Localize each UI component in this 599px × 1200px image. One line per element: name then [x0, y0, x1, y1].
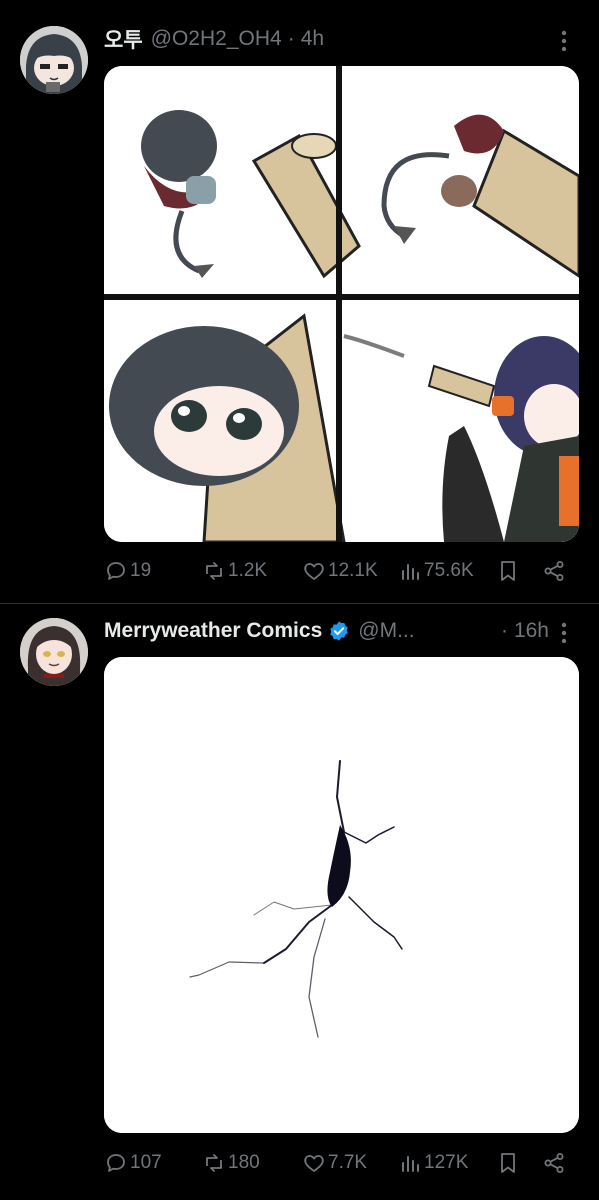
more-button[interactable] — [553, 26, 575, 56]
more-icon — [561, 30, 567, 52]
bookmark-button[interactable] — [496, 1145, 520, 1181]
timestamp[interactable]: 4h — [301, 27, 324, 51]
separator-dot: · — [287, 27, 295, 50]
tweet-actions: 107 180 7.7K 127K — [104, 1145, 574, 1181]
views-button[interactable]: 127K — [398, 1145, 468, 1181]
author-handle[interactable]: @O2H2_OH4 — [151, 27, 282, 51]
tweet-media-comic[interactable] — [104, 66, 579, 542]
author-handle[interactable]: @M... — [358, 619, 414, 643]
timestamp[interactable]: 16h — [514, 619, 549, 643]
views-count: 127K — [424, 1152, 469, 1173]
repost-count: 1.2K — [228, 560, 268, 581]
bookmark-icon — [501, 561, 515, 581]
reply-icon — [107, 1154, 125, 1172]
more-button[interactable] — [553, 618, 575, 648]
tweet-media-crack[interactable] — [104, 657, 579, 1133]
reply-button[interactable]: 19 — [104, 553, 151, 589]
more-icon — [561, 622, 567, 644]
tweet-actions: 19 1.2K 12.1K 75.6K — [104, 553, 574, 589]
tweet-header: 오투 @O2H2_OH4 · 4h — [104, 24, 549, 54]
like-count: 7.7K — [328, 1152, 368, 1173]
share-icon — [544, 561, 564, 581]
bookmark-button[interactable] — [496, 553, 520, 589]
like-button[interactable]: 12.1K — [302, 553, 378, 589]
share-button[interactable] — [542, 1145, 566, 1181]
verified-icon — [330, 621, 348, 641]
like-icon — [304, 563, 324, 580]
views-icon — [402, 1156, 419, 1172]
like-icon — [304, 1155, 324, 1172]
repost-button[interactable]: 180 — [202, 1145, 260, 1181]
author-name[interactable]: 오투 — [104, 24, 143, 54]
repost-button[interactable]: 1.2K — [202, 553, 267, 589]
like-button[interactable]: 7.7K — [302, 1145, 367, 1181]
views-icon — [402, 564, 419, 580]
views-button[interactable]: 75.6K — [398, 553, 474, 589]
tweet[interactable]: 오투 @O2H2_OH4 · 4h 19 1.2K 12.1K 75.6K — [0, 0, 599, 603]
avatar[interactable] — [20, 618, 88, 686]
reply-count: 107 — [130, 1152, 162, 1173]
share-icon — [544, 1153, 564, 1173]
like-count: 12.1K — [328, 560, 378, 581]
separator-dot: · — [500, 619, 508, 642]
views-count: 75.6K — [424, 560, 474, 581]
bookmark-icon — [501, 1153, 515, 1173]
tweet-header: Merryweather Comics @M... · 16h — [104, 616, 549, 646]
author-name[interactable]: Merryweather Comics — [104, 619, 322, 643]
reply-icon — [107, 562, 125, 580]
repost-count: 180 — [228, 1152, 260, 1173]
reply-button[interactable]: 107 — [104, 1145, 162, 1181]
avatar[interactable] — [20, 26, 88, 94]
repost-icon — [206, 562, 222, 580]
tweet[interactable]: Merryweather Comics @M... · 16h 107 180 … — [0, 604, 599, 1200]
reply-count: 19 — [130, 560, 152, 581]
repost-icon — [206, 1154, 222, 1172]
share-button[interactable] — [542, 553, 566, 589]
